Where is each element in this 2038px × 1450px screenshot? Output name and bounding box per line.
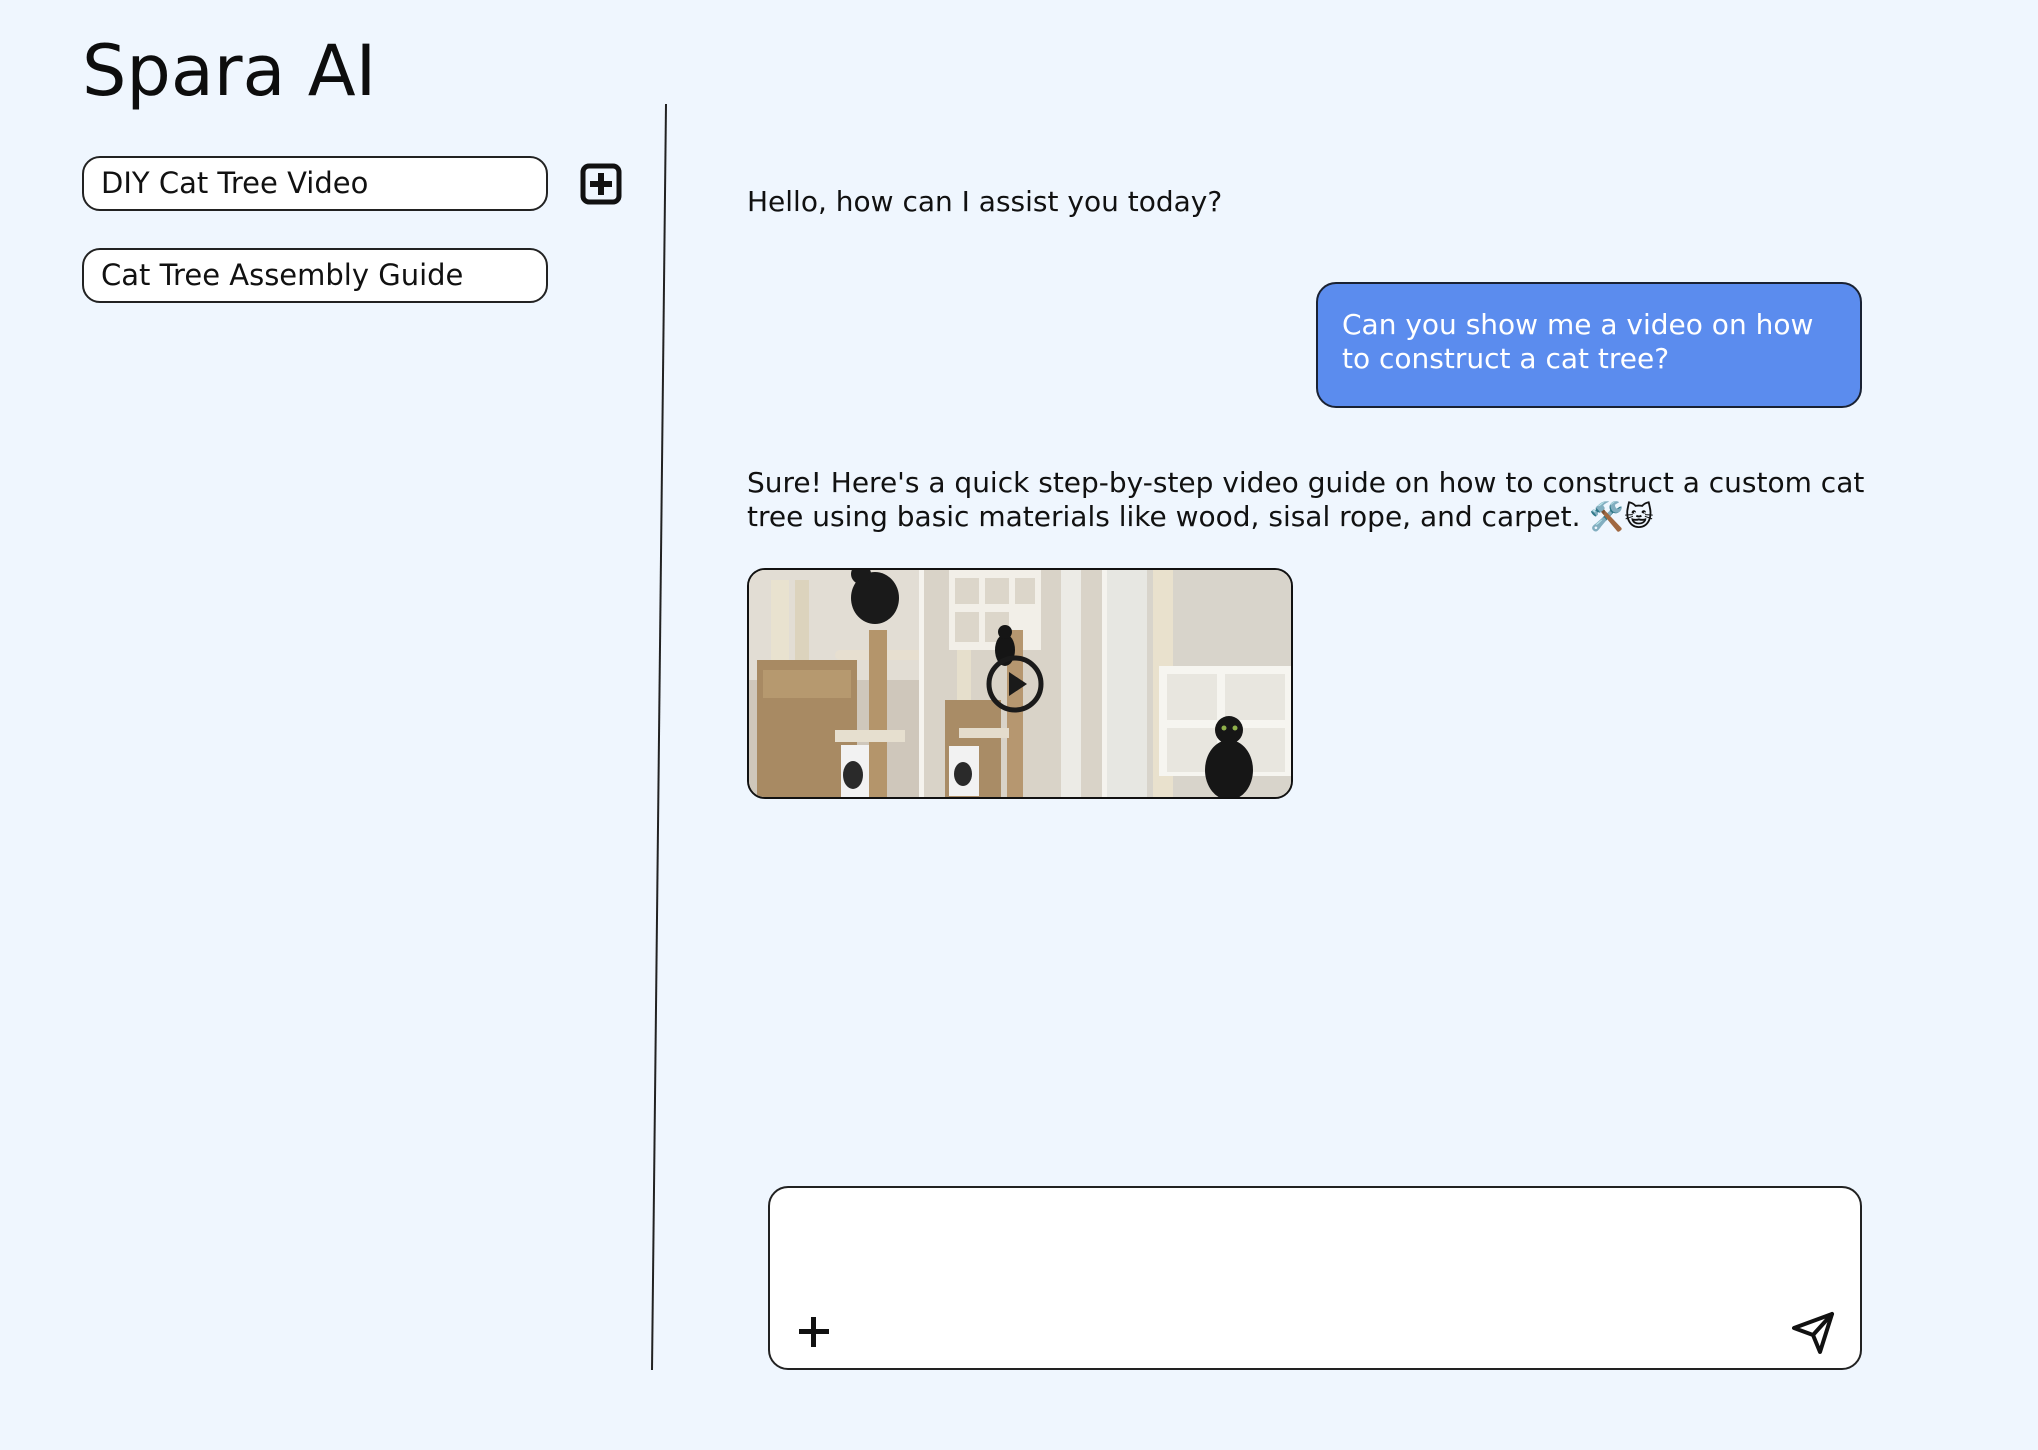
send-icon — [1792, 1312, 1834, 1354]
plus-icon — [799, 1317, 829, 1347]
attach-button[interactable] — [794, 1312, 834, 1352]
user-message-text: Can you show me a video on how to constr… — [1342, 308, 1814, 375]
plus-square-icon — [580, 163, 622, 205]
conversation-item-diy-cat-tree-video[interactable]: DIY Cat Tree Video — [82, 156, 548, 211]
send-button[interactable] — [1790, 1308, 1838, 1356]
video-thumbnail[interactable] — [747, 568, 1293, 799]
conversation-item-cat-tree-assembly-guide[interactable]: Cat Tree Assembly Guide — [82, 248, 548, 303]
new-chat-button[interactable] — [580, 163, 622, 205]
assistant-message-video-intro: Sure! Here's a quick step-by-step video … — [747, 466, 1865, 533]
assistant-message-greeting: Hello, how can I assist you today? — [747, 185, 1223, 218]
message-input[interactable] — [790, 1206, 1834, 1310]
message-composer — [768, 1186, 1862, 1370]
app-title: Spara AI — [82, 30, 377, 112]
play-icon — [986, 655, 1044, 713]
user-message-bubble: Can you show me a video on how to constr… — [1316, 282, 1862, 408]
